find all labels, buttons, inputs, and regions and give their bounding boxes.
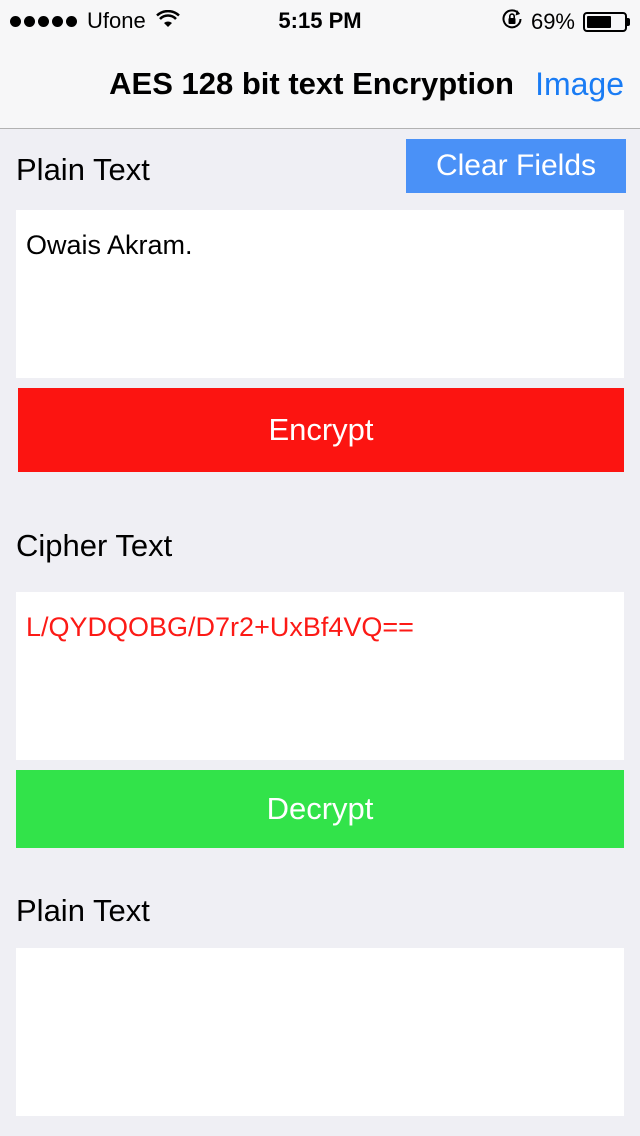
rotation-lock-icon bbox=[501, 8, 523, 35]
plain-text-input[interactable]: Owais Akram. bbox=[16, 210, 624, 378]
cipher-text-field[interactable]: L/QYDQOBG/D7r2+UxBf4VQ== bbox=[16, 592, 624, 760]
encrypt-button[interactable]: Encrypt bbox=[18, 388, 624, 472]
status-bar: Ufone 5:15 PM 69% bbox=[0, 0, 640, 40]
cipher-text-label: Cipher Text bbox=[16, 528, 173, 563]
decrypted-text-label: Plain Text bbox=[16, 893, 150, 928]
decrypt-button[interactable]: Decrypt bbox=[16, 770, 624, 848]
battery-icon bbox=[583, 11, 630, 32]
decrypted-text-field[interactable] bbox=[16, 948, 624, 1116]
plain-text-label: Plain Text bbox=[16, 152, 150, 187]
status-right: 69% bbox=[501, 8, 630, 35]
clear-fields-button[interactable]: Clear Fields bbox=[406, 139, 626, 193]
navigation-bar: AES 128 bit text Encryption Image bbox=[0, 40, 640, 129]
image-nav-button[interactable]: Image bbox=[535, 66, 624, 103]
battery-percent: 69% bbox=[530, 8, 575, 34]
nav-title: AES 128 bit text Encryption bbox=[109, 66, 514, 101]
